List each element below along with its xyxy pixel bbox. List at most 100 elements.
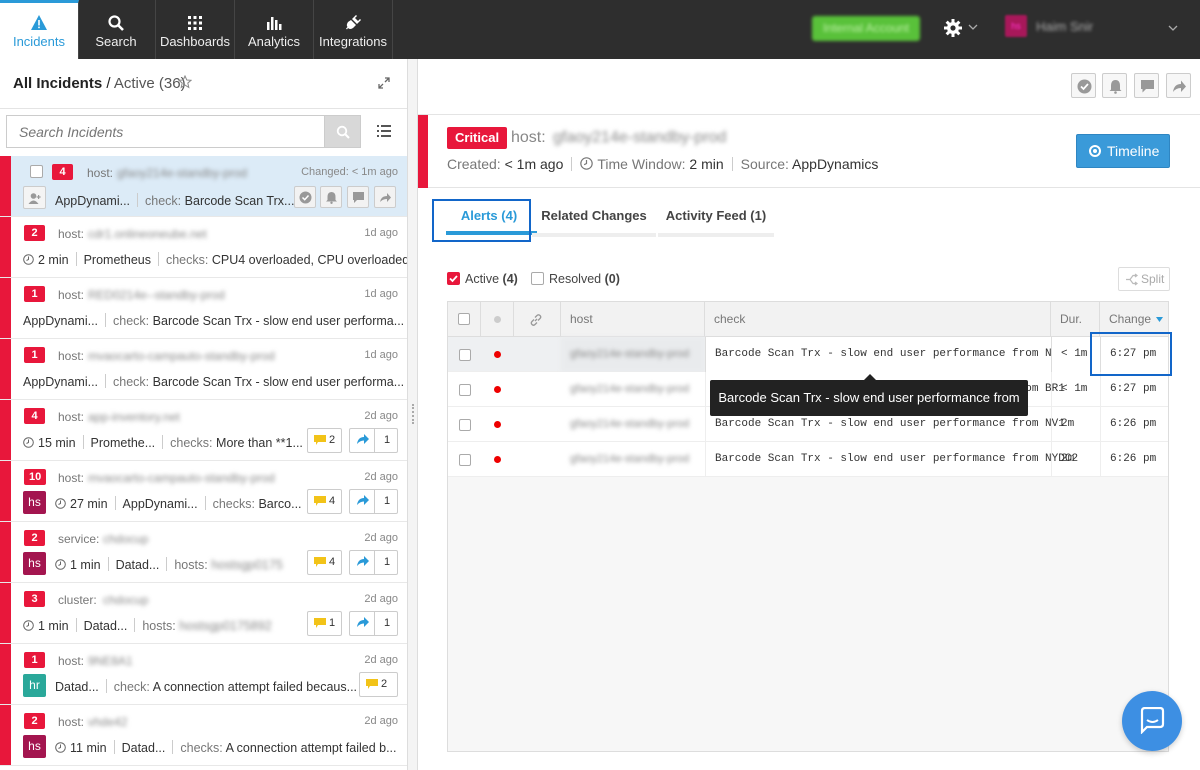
incident-row[interactable]: 2 host: cdr1.onlineoneube.net 1d ago 2 m…: [0, 217, 408, 278]
row-checkbox[interactable]: [30, 165, 43, 178]
incident-row[interactable]: 3 cluster: chdocup 2d ago 1 min Datad... h…: [0, 583, 407, 644]
chevron-down-icon[interactable]: [1168, 25, 1178, 31]
status-dot: [494, 456, 501, 463]
share-button[interactable]: [374, 186, 396, 208]
comments-badge[interactable]: 2: [359, 672, 398, 697]
grid-icon: [188, 16, 202, 30]
user-name[interactable]: Haim Snir: [1036, 19, 1093, 34]
list-view-icon[interactable]: [376, 123, 392, 139]
incident-row[interactable]: 1 host: RED0214e--standby-prod 1d ago Ap…: [0, 278, 407, 339]
timeline-button[interactable]: Timeline: [1076, 134, 1170, 168]
check-name: CPU4 overloaded, CPU overloaded: [211, 253, 408, 267]
comments-badge[interactable]: 4: [307, 550, 343, 575]
check-name: More than **1...: [216, 436, 303, 450]
tab-related-changes[interactable]: Related Changes: [532, 199, 656, 237]
incident-row[interactable]: 1 host: mvaocarto-campauto-standby-prod …: [0, 339, 407, 400]
filter-resolved[interactable]: Resolved (0): [531, 272, 620, 286]
share-badge[interactable]: 1: [349, 550, 398, 575]
row-checkbox[interactable]: [459, 384, 471, 396]
column-header-check[interactable]: check: [705, 302, 1051, 337]
status-dot-icon: [494, 316, 501, 323]
nav-tab-analytics[interactable]: Analytics: [235, 0, 314, 59]
split-button[interactable]: Split: [1118, 267, 1170, 291]
chat-launcher-button[interactable]: [1122, 691, 1182, 751]
incident-row[interactable]: 4 host: gfaoy214e-standby-prod Changed: …: [0, 156, 407, 217]
select-all-checkbox[interactable]: [458, 313, 470, 325]
check-name: hostsgp0175: [211, 558, 283, 572]
row-checkbox[interactable]: [459, 349, 471, 361]
severity-bar: [418, 115, 428, 188]
acknowledge-button[interactable]: [294, 186, 316, 208]
nav-tab-incidents[interactable]: Incidents: [0, 0, 79, 59]
table-row[interactable]: gfaoy214e-standby-prod Barcode Scan Trx …: [448, 442, 1168, 477]
clock-icon: [580, 157, 594, 170]
tab-activity-feed[interactable]: Activity Feed (1): [658, 199, 774, 237]
user-avatar[interactable]: hs: [1005, 15, 1027, 37]
alert-count-badge: 4: [24, 408, 45, 424]
notify-button[interactable]: [1102, 73, 1127, 98]
breadcrumb-root[interactable]: All Incidents: [13, 75, 102, 92]
entity-value: app-inventory.net: [88, 410, 180, 424]
comments-badge[interactable]: 1: [307, 611, 343, 636]
severity-bar: [0, 461, 11, 521]
comment-icon: [314, 557, 326, 567]
source-name: Datad...: [115, 558, 160, 572]
share-badge[interactable]: 1: [349, 428, 398, 453]
table-row[interactable]: gfaoy214e-standby-prod Barcode Scan Trx …: [448, 337, 1168, 372]
star-icon[interactable]: [178, 75, 192, 89]
gear-icon[interactable]: [943, 18, 963, 38]
search-input[interactable]: [6, 115, 324, 148]
acknowledge-button[interactable]: [1071, 73, 1096, 98]
entity-label: host:: [58, 349, 85, 363]
comments-badge[interactable]: 2: [307, 428, 343, 453]
incident-row[interactable]: 4 host: app-inventory.net 2d ago 15 min P…: [0, 400, 407, 461]
comments-badge[interactable]: 4: [307, 489, 343, 514]
incident-time: 1d ago: [364, 227, 398, 239]
assignee-avatar[interactable]: hs: [23, 735, 46, 758]
incident-row[interactable]: 2 host: vhde42 2d ago hs 11 min Datad... c…: [0, 705, 407, 766]
alert-host: gfaoy214e-standby-prod: [561, 337, 705, 372]
row-checkbox[interactable]: [459, 454, 471, 466]
chevron-down-icon[interactable]: [968, 24, 978, 30]
filter-active[interactable]: Active (4): [447, 272, 518, 286]
incident-row[interactable]: 10 host: mvaocarto-campauto-standby-prod…: [0, 461, 407, 522]
nav-tab-label: Analytics: [247, 34, 301, 49]
assignee-avatar[interactable]: hs: [23, 552, 46, 575]
assignee-avatar[interactable]: hr: [23, 674, 46, 697]
share-badge[interactable]: 1: [349, 489, 398, 514]
assignee-avatar[interactable]: hs: [23, 491, 46, 514]
incident-row[interactable]: 2 service: chdocup 2d ago hs 1 min Datad.…: [0, 522, 407, 583]
checkbox-checked[interactable]: [447, 272, 460, 285]
search-button[interactable]: [324, 115, 361, 148]
comments-count: 4: [329, 495, 336, 507]
nav-tab-label: Search: [95, 34, 137, 49]
check-label: check:: [113, 314, 150, 328]
column-header-host[interactable]: host: [561, 302, 705, 337]
expand-icon[interactable]: [378, 77, 390, 89]
comments-count: 1: [329, 617, 336, 629]
incident-summary: AppDynami... check: Barcode Scan Trx...: [55, 193, 294, 208]
account-badge[interactable]: Internal Account: [812, 16, 920, 41]
clock-icon: [23, 254, 34, 265]
window-label: Time Window:: [597, 156, 686, 172]
comment-button[interactable]: [1134, 73, 1159, 98]
comment-icon: [366, 679, 378, 689]
checkbox-unchecked[interactable]: [531, 272, 544, 285]
nav-tab-dashboards[interactable]: Dashboards: [156, 0, 235, 59]
nav-tab-integrations[interactable]: Integrations: [314, 0, 393, 59]
source-name: Prometheus: [83, 253, 151, 267]
severity-bar: [0, 339, 11, 399]
incident-row[interactable]: 1 host: 9NE8A1 2d ago hr Datad... check: …: [0, 644, 407, 705]
nav-tab-search[interactable]: Search: [77, 0, 156, 59]
comments-count: 2: [381, 678, 388, 690]
filter-count: (4): [502, 272, 518, 286]
splitter-grip-icon[interactable]: [412, 404, 414, 424]
row-checkbox[interactable]: [459, 419, 471, 431]
share-button[interactable]: [1166, 73, 1191, 98]
split-icon: [1126, 273, 1138, 286]
incident-time: 2d ago: [364, 654, 398, 666]
share-badge[interactable]: 1: [349, 611, 398, 636]
notify-button[interactable]: [320, 186, 342, 208]
assign-user-icon[interactable]: [23, 186, 46, 209]
comment-button[interactable]: [347, 186, 369, 208]
